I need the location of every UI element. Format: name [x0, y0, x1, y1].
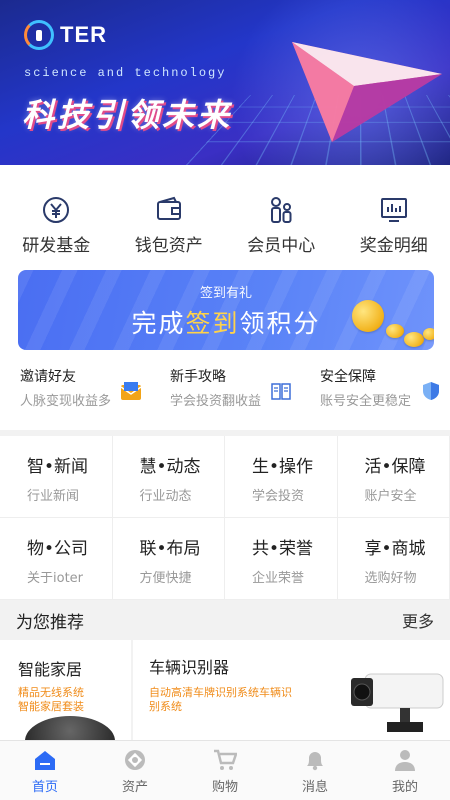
- checkin-title-highlight: 签到: [185, 309, 240, 338]
- category-subtitle: 账户安全: [364, 489, 417, 504]
- book-icon: [271, 383, 291, 400]
- category-title: 联•布局: [139, 539, 201, 559]
- bottom-tab-bar: 首页 资产 购物 消息 我的: [0, 740, 450, 800]
- app-screen: TER science and technology 科技引领未来 研发基金 钱…: [0, 0, 450, 800]
- category-company[interactable]: 物•公司关于ioter: [0, 518, 113, 600]
- envelope-icon: [120, 382, 142, 400]
- recommend-title: 为您推荐: [16, 612, 84, 633]
- category-title: 共•荣誉: [252, 539, 314, 559]
- banner-slogan: 科技引领未来: [22, 96, 233, 134]
- tab-assets[interactable]: 资产: [90, 741, 180, 800]
- category-subtitle: 学会投资: [252, 489, 305, 504]
- link-invite[interactable]: 邀请好友 人脉变现收益多: [0, 366, 150, 418]
- menu-label: 研发基金: [22, 236, 91, 256]
- home-icon: [33, 749, 57, 771]
- category-title: 慧•动态: [139, 457, 201, 477]
- tab-label: 我的: [391, 780, 418, 795]
- tab-shopping[interactable]: 购物: [180, 741, 270, 800]
- coin-icon: [386, 324, 404, 338]
- smart-speaker-image: [25, 716, 115, 740]
- more-link[interactable]: 更多: [402, 608, 434, 632]
- feature-links: 邀请好友 人脉变现收益多 新手攻略 学会投资翻收益 安全保障 账号安全更稳定: [0, 366, 450, 418]
- shield-icon: [423, 382, 439, 400]
- brand-logo: TER: [24, 20, 107, 50]
- category-layout[interactable]: 联•布局方便快捷: [112, 518, 225, 600]
- paper-plane-icon: [292, 42, 442, 142]
- tab-label: 首页: [31, 780, 58, 795]
- category-news[interactable]: 智•新闻行业新闻: [0, 436, 113, 518]
- category-subtitle: 行业动态: [139, 489, 192, 504]
- yen-coin-icon: [41, 195, 71, 225]
- recommend-header: 为您推荐 更多: [0, 600, 450, 640]
- asset-icon: [123, 749, 147, 771]
- category-subtitle: 选购好物: [364, 571, 417, 586]
- menu-members[interactable]: 会员中心: [225, 165, 338, 260]
- menu-rd-fund[interactable]: 研发基金: [0, 165, 113, 260]
- coin-icon: [404, 332, 424, 347]
- tab-label: 消息: [301, 780, 328, 795]
- category-title: 享•商城: [364, 539, 426, 559]
- link-guide[interactable]: 新手攻略 学会投资翻收益: [150, 366, 300, 418]
- tab-label: 购物: [211, 780, 238, 795]
- category-title: 智•新闻: [27, 457, 89, 477]
- category-grid: 智•新闻行业新闻 慧•动态行业动态 生•操作学会投资 活•保障账户安全 物•公司…: [0, 436, 450, 600]
- bell-icon: [303, 749, 327, 771]
- banner-tagline: science and technology: [24, 66, 227, 80]
- category-subtitle: 方便快捷: [139, 571, 192, 586]
- category-subtitle: 关于ioter: [27, 571, 84, 586]
- product-subtitle: 精品无线系统 智能家居套装: [18, 686, 84, 713]
- product-title: 智能家居: [18, 660, 83, 679]
- menu-label: 会员中心: [247, 236, 316, 256]
- category-subtitle: 企业荣誉: [252, 571, 305, 586]
- user-icon: [393, 749, 417, 771]
- checkin-title-pre: 完成: [131, 309, 186, 338]
- product-card-smart-home[interactable]: 智能家居 精品无线系统 智能家居套装: [0, 640, 133, 740]
- bar-chart-monitor-icon: [379, 195, 409, 225]
- category-honor[interactable]: 共•荣誉企业荣誉: [225, 518, 338, 600]
- category-mall[interactable]: 享•商城选购好物: [337, 518, 450, 600]
- camera-image: [351, 673, 444, 732]
- category-security[interactable]: 活•保障账户安全: [337, 436, 450, 518]
- quick-menu: 研发基金 钱包资产 会员中心 奖金明细: [0, 165, 450, 260]
- top-banner[interactable]: TER science and technology 科技引领未来: [0, 0, 450, 165]
- checkin-subtitle: 签到有礼: [199, 286, 252, 301]
- category-operation[interactable]: 生•操作学会投资: [225, 436, 338, 518]
- members-icon: [266, 195, 296, 225]
- category-title: 生•操作: [252, 457, 314, 477]
- link-security[interactable]: 安全保障 账号安全更稳定: [300, 366, 450, 418]
- tab-messages[interactable]: 消息: [270, 741, 360, 800]
- category-title: 活•保障: [364, 457, 426, 477]
- checkin-banner[interactable]: 签到有礼 完成签到领积分: [18, 270, 434, 350]
- tab-home[interactable]: 首页: [0, 741, 90, 800]
- category-subtitle: 行业新闻: [27, 489, 80, 504]
- menu-bonus[interactable]: 奖金明细: [338, 165, 450, 260]
- category-updates[interactable]: 慧•动态行业动态: [112, 436, 225, 518]
- cart-icon: [213, 749, 237, 771]
- tab-label: 资产: [121, 780, 148, 795]
- tab-profile[interactable]: 我的: [360, 741, 450, 800]
- wallet-icon: [154, 195, 184, 225]
- logo-mark-icon: [24, 20, 54, 50]
- menu-label: 钱包资产: [134, 236, 203, 256]
- menu-wallet[interactable]: 钱包资产: [113, 165, 226, 260]
- product-subtitle: 自动高清车牌识别系统车辆识别系统: [149, 686, 292, 713]
- logo-text: TER: [60, 22, 107, 47]
- coin-icon: [352, 300, 384, 332]
- coin-icon: [423, 328, 434, 340]
- recommend-list: 智能家居 精品无线系统 智能家居套装 车辆识别器 自动高清车牌识别系统车辆识别系…: [0, 640, 450, 740]
- product-card-vehicle-recognizer[interactable]: 车辆识别器 自动高清车牌识别系统车辆识别系统: [135, 640, 450, 740]
- category-title: 物•公司: [27, 539, 89, 559]
- menu-label: 奖金明细: [359, 236, 428, 256]
- checkin-title-post: 领积分: [239, 309, 321, 338]
